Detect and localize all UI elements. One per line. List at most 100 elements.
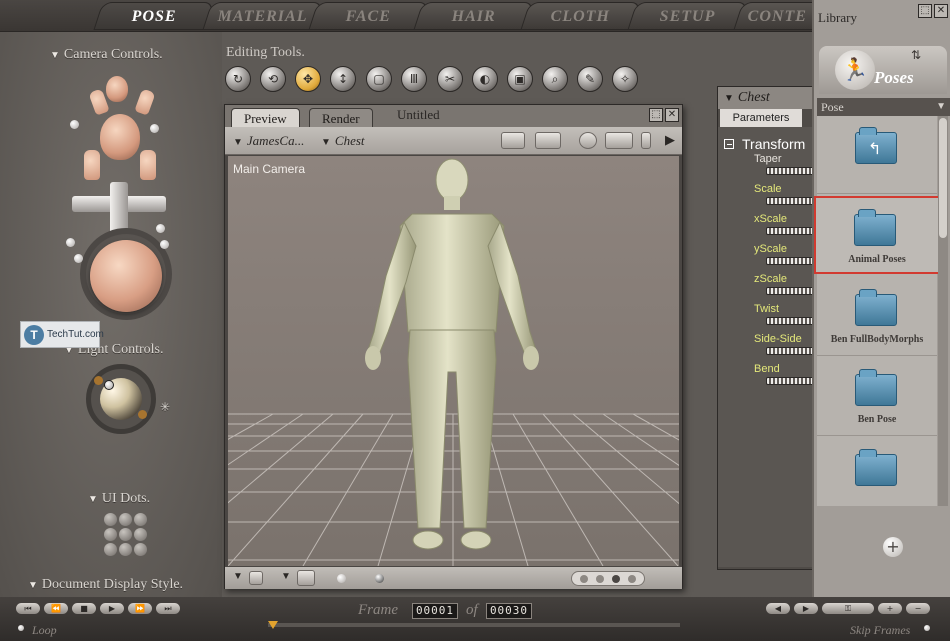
light-properties-icon[interactable]: ✳ <box>160 400 170 415</box>
library-item-ben-pose[interactable]: Ben Pose <box>817 358 937 436</box>
param-taper[interactable]: Taper <box>754 153 814 183</box>
document-display-style-label[interactable]: ▼ Document Display Style. <box>28 577 183 593</box>
direct-manipulation-icon[interactable]: ✧ <box>612 66 638 92</box>
move-view-icon[interactable] <box>605 132 633 149</box>
param-dial[interactable] <box>766 167 814 175</box>
zoom-handle-icon[interactable] <box>641 132 651 149</box>
scale-icon[interactable]: ▢ <box>366 66 392 92</box>
rotate-icon[interactable]: ↻ <box>225 66 251 92</box>
ui-dot[interactable] <box>104 513 117 526</box>
library-subcategory-dropdown[interactable]: Pose ▼ <box>817 98 950 116</box>
doc-dot[interactable] <box>628 575 636 583</box>
ui-dot[interactable] <box>119 528 132 541</box>
add-keyframe-icon[interactable]: + <box>878 603 902 614</box>
maximize-icon[interactable]: ⬚ <box>649 108 663 122</box>
doc-dot[interactable] <box>596 575 604 583</box>
step-forward-icon[interactable]: ⏩ <box>128 603 152 614</box>
camera-lock-icon[interactable] <box>535 132 561 149</box>
param-bend[interactable]: Bend <box>754 363 814 393</box>
figure-selector[interactable]: ▼ JamesCa... <box>233 133 304 149</box>
camera-dot-4[interactable] <box>160 240 169 249</box>
library-item-animal-poses[interactable]: Animal Poses <box>814 196 940 274</box>
loop-toggle-icon[interactable] <box>18 625 24 631</box>
param-side-side[interactable]: Side-Side <box>754 333 814 363</box>
twist-icon[interactable]: ⟲ <box>260 66 286 92</box>
ui-dot[interactable] <box>104 528 117 541</box>
shadow-toggle-icon[interactable] <box>375 574 384 583</box>
ui-dots-label[interactable]: ▼ UI Dots. <box>88 491 150 507</box>
camera-dot-3[interactable] <box>156 224 165 233</box>
light-handle-1[interactable] <box>94 376 103 385</box>
camera-hand-right-icon[interactable] <box>134 88 156 116</box>
camera-dot-2[interactable] <box>74 254 83 263</box>
library-scrollbar[interactable] <box>938 116 948 506</box>
library-item-folder[interactable] <box>817 438 937 516</box>
tab-preview[interactable]: Preview <box>231 108 300 127</box>
go-to-start-icon[interactable]: ⏮ <box>16 603 40 614</box>
ui-dot[interactable] <box>119 513 132 526</box>
morph-brush-icon[interactable]: ✎ <box>577 66 603 92</box>
3d-viewport[interactable]: Main Camera <box>228 156 679 566</box>
tab-render[interactable]: Render <box>309 108 373 127</box>
tab-face[interactable]: FACE <box>308 2 430 30</box>
add-to-library-icon[interactable]: + <box>883 537 903 557</box>
next-keyframe-icon[interactable]: ▶ <box>794 603 818 614</box>
play-icon[interactable]: ▶ <box>100 603 124 614</box>
param-zscale[interactable]: zScale <box>754 273 814 303</box>
doc-dot[interactable] <box>612 575 620 583</box>
param-dial[interactable] <box>766 287 814 295</box>
timeline-scrubber[interactable] <box>268 621 278 629</box>
depth-cue-icon[interactable] <box>337 574 346 583</box>
figure-style-icon[interactable] <box>249 571 263 585</box>
tab-setup[interactable]: SETUP <box>627 2 749 30</box>
cube-display-icon[interactable] <box>297 570 315 586</box>
left-hand-camera-icon[interactable] <box>84 150 100 180</box>
grouping-icon[interactable]: ▣ <box>507 66 533 92</box>
camera-controls-label[interactable]: ▼ Camera Controls. <box>50 47 163 63</box>
delete-keyframe-icon[interactable]: − <box>906 603 930 614</box>
display-style-dropdown-icon[interactable]: ▼ <box>233 571 243 582</box>
tab-content[interactable]: CONTE <box>733 2 823 30</box>
chain-break-icon[interactable]: ✂ <box>437 66 463 92</box>
param-dial[interactable] <box>766 347 814 355</box>
param-xscale[interactable]: xScale <box>754 213 814 243</box>
library-parent-folder[interactable]: ↰ <box>817 116 937 194</box>
camera-dot-1[interactable] <box>66 238 75 247</box>
param-scale[interactable]: Scale <box>754 183 814 213</box>
library-expand-icon[interactable]: ⬚ <box>918 4 932 18</box>
tab-material[interactable]: MATERIAL <box>202 2 324 30</box>
library-item-ben-fullbodymorphs[interactable]: Ben FullBodyMorphs <box>817 278 937 356</box>
current-frame-field[interactable]: 00001 <box>412 603 458 619</box>
library-category-header[interactable]: 🏃 Poses ⇅ <box>819 46 947 94</box>
translate-icon[interactable]: ✥ <box>295 66 321 92</box>
parameters-actor-dropdown[interactable]: ▼ Chest <box>718 87 812 109</box>
swap-arrows-icon[interactable]: ⇅ <box>911 48 921 62</box>
tab-cloth[interactable]: CLOTH <box>520 2 642 30</box>
param-yscale[interactable]: yScale <box>754 243 814 273</box>
color-icon[interactable]: ◐ <box>472 66 498 92</box>
element-style-dropdown-icon[interactable]: ▼ <box>281 571 291 582</box>
camera-trackball[interactable] <box>90 240 162 312</box>
total-frames-field[interactable]: 00030 <box>486 603 532 619</box>
param-dial[interactable] <box>766 227 814 235</box>
stop-icon[interactable]: ■ <box>72 603 96 614</box>
doc-dot[interactable] <box>580 575 588 583</box>
render-options-icon[interactable] <box>579 132 597 149</box>
ui-dot[interactable] <box>134 513 147 526</box>
toolbar-more-arrow-icon[interactable]: ▶ <box>665 132 675 148</box>
view-magnifier-icon[interactable]: ⌕ <box>542 66 568 92</box>
camera-rotate-right-icon[interactable] <box>150 124 159 133</box>
right-hand-camera-icon[interactable] <box>140 150 156 180</box>
transform-group-toggle[interactable]: Transform <box>724 136 805 152</box>
tab-parameters[interactable]: Parameters <box>720 109 802 127</box>
taper-icon[interactable]: Ⅲ <box>401 66 427 92</box>
timeline-track[interactable] <box>268 623 680 627</box>
param-dial[interactable] <box>766 197 814 205</box>
ui-dot[interactable] <box>134 528 147 541</box>
param-dial[interactable] <box>766 377 814 385</box>
face-camera-icon[interactable] <box>106 76 128 102</box>
tab-hair[interactable]: HAIR <box>413 2 535 30</box>
go-to-end-icon[interactable]: ⏭ <box>156 603 180 614</box>
previous-keyframe-icon[interactable]: ◀ <box>766 603 790 614</box>
library-close-icon[interactable]: ✕ <box>934 4 948 18</box>
